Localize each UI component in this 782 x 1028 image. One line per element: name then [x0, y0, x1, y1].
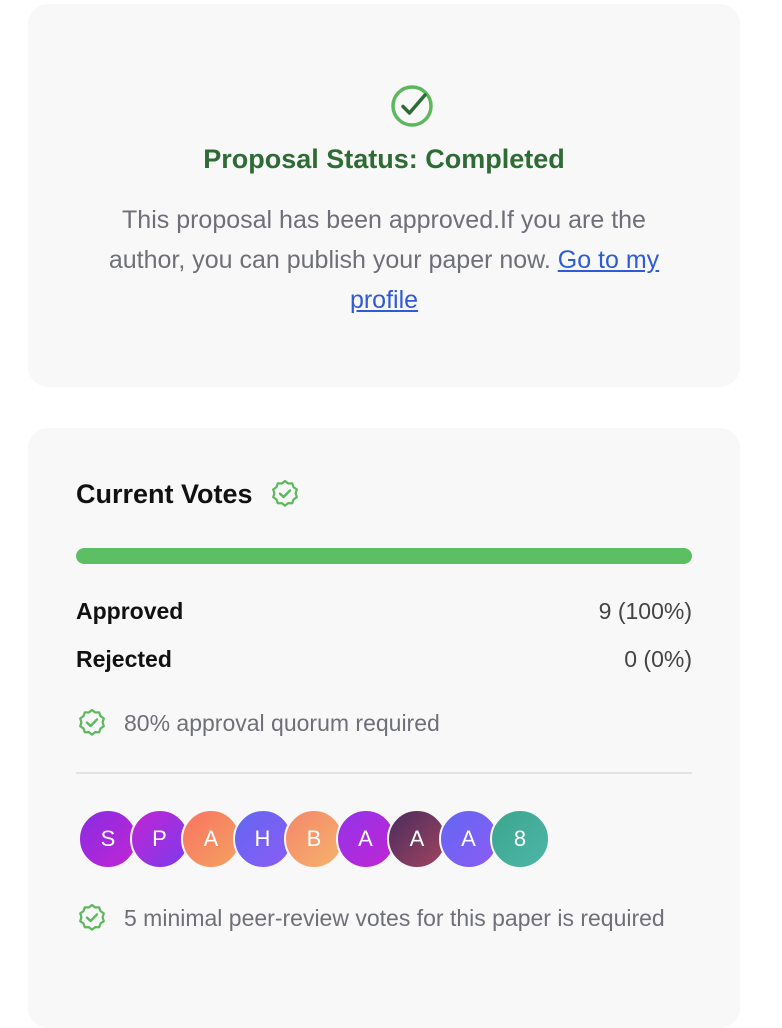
verified-badge-icon	[79, 708, 105, 736]
quorum-text: 80% approval quorum required	[124, 710, 440, 736]
approved-label: Approved	[76, 598, 184, 624]
rejected-value: 0 (0%)	[624, 646, 692, 672]
current-votes-card: Current Votes Approved 9 (100%) Rejected…	[28, 428, 740, 1028]
verified-badge-icon	[271, 479, 298, 507]
votes-header: Current Votes	[76, 478, 301, 510]
verified-badge-icon	[79, 903, 105, 931]
rejected-label: Rejected	[76, 646, 172, 672]
votes-progress-bar	[76, 548, 692, 564]
votes-title: Current Votes	[76, 478, 253, 509]
divider	[76, 772, 692, 774]
approved-value: 9 (100%)	[598, 598, 692, 624]
check-circle-icon	[391, 85, 433, 127]
approved-row: Approved 9 (100%)	[76, 598, 692, 625]
voter-avatar[interactable]: 8	[490, 809, 550, 869]
votes-progress-fill	[76, 548, 692, 564]
status-description: This proposal has been approved.If you a…	[108, 200, 660, 320]
peer-review-info: 5 minimal peer-review votes for this pap…	[76, 902, 692, 934]
peer-review-text: 5 minimal peer-review votes for this pap…	[124, 905, 665, 931]
status-title: Proposal Status: Completed	[203, 144, 565, 174]
quorum-info: 80% approval quorum required	[76, 707, 692, 739]
proposal-status-card: Proposal Status: Completed This proposal…	[28, 4, 740, 387]
rejected-row: Rejected 0 (0%)	[76, 646, 692, 673]
